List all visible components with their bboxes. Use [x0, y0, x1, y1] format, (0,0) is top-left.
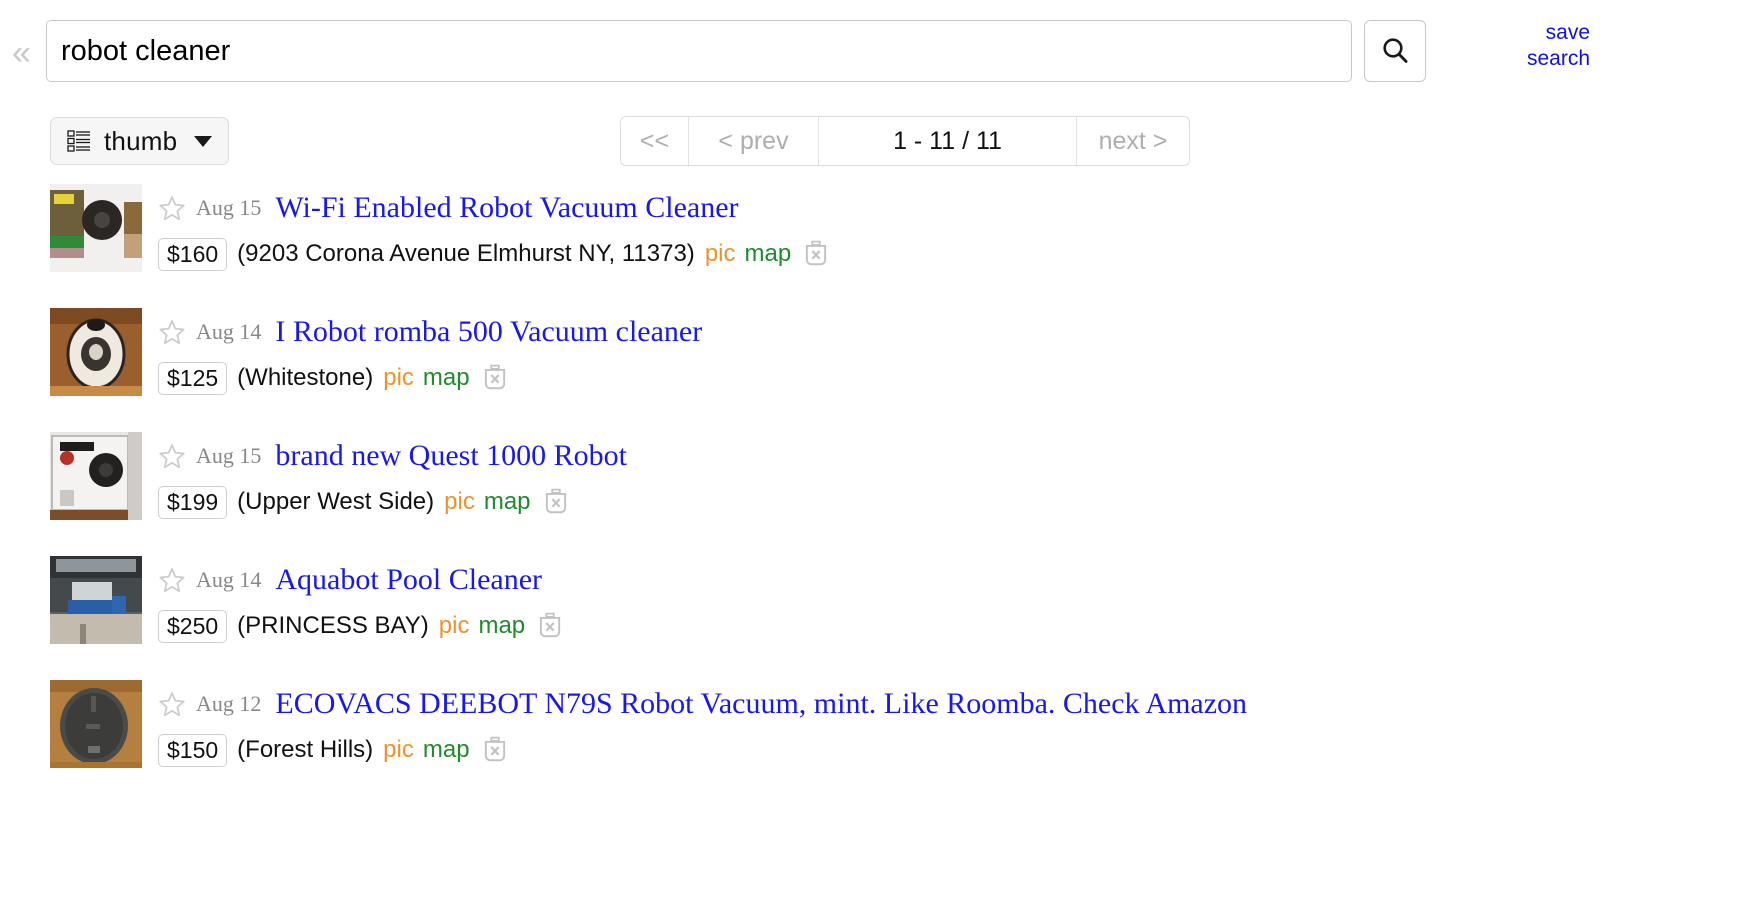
table-row: Aug 15 brand new Quest 1000 Robot $199 (…: [0, 426, 1760, 550]
listing-location: (9203 Corona Avenue Elmhurst NY, 11373): [237, 240, 695, 267]
star-outline-icon[interactable]: [158, 194, 196, 222]
listing-meta-line: $150 (Forest Hills) pic map: [158, 731, 508, 769]
star-outline-icon[interactable]: [158, 318, 196, 346]
listing-meta-line: $199 (Upper West Side) pic map: [158, 483, 569, 521]
table-row: Aug 15 Wi-Fi Enabled Robot Vacuum Cleane…: [0, 178, 1760, 302]
table-row: Aug 14 I Robot romba 500 Vacuum cleaner …: [0, 302, 1760, 426]
trash-x-icon[interactable]: [482, 736, 508, 764]
listing-location: (Upper West Side): [237, 488, 435, 515]
listing-date: Aug 14: [196, 319, 262, 344]
listing-thumbnail[interactable]: [50, 432, 142, 520]
results-list: Aug 15 Wi-Fi Enabled Robot Vacuum Cleane…: [0, 178, 1760, 798]
listing-date: Aug 15: [196, 195, 262, 220]
listing-title-link[interactable]: ECOVACS DEEBOT N79S Robot Vacuum, mint. …: [275, 687, 1247, 721]
listing-date: Aug 15: [196, 443, 262, 468]
listing-title-link[interactable]: Wi-Fi Enabled Robot Vacuum Cleaner: [275, 191, 738, 225]
listing-date: Aug 12: [196, 691, 262, 716]
star-outline-icon[interactable]: [158, 690, 196, 718]
trash-x-icon[interactable]: [543, 488, 569, 516]
listing-title-link[interactable]: I Robot romba 500 Vacuum cleaner: [275, 315, 702, 349]
trash-x-icon[interactable]: [482, 364, 508, 392]
listing-thumbnail[interactable]: [50, 184, 142, 272]
listing-title-line: Aug 12 ECOVACS DEEBOT N79S Robot Vacuum,…: [158, 682, 1247, 726]
pagination-range-label: 1 - 11 / 11: [819, 117, 1077, 165]
listing-location: (Whitestone): [237, 364, 374, 391]
listing-pic-tag[interactable]: pic: [383, 736, 414, 764]
listing-pic-tag[interactable]: pic: [439, 612, 470, 640]
listing-map-tag[interactable]: map: [484, 488, 531, 516]
listing-title-link[interactable]: brand new Quest 1000 Robot: [275, 439, 627, 473]
listing-price: $150: [158, 733, 228, 767]
magnifier-icon: [1379, 35, 1411, 67]
listing-price: $199: [158, 485, 228, 519]
save-search-line-1: save: [1545, 21, 1590, 44]
listing-title-line: Aug 15 brand new Quest 1000 Robot: [158, 434, 627, 478]
listing-title-line: Aug 14 Aquabot Pool Cleaner: [158, 558, 542, 602]
listing-map-tag[interactable]: map: [423, 736, 470, 764]
listing-map-tag[interactable]: map: [478, 612, 525, 640]
listing-pic-tag[interactable]: pic: [444, 488, 475, 516]
double-chevron-left-icon[interactable]: «: [12, 36, 31, 70]
listing-date: Aug 14: [196, 567, 262, 592]
listing-thumbnail[interactable]: [50, 680, 142, 768]
listing-map-tag[interactable]: map: [423, 364, 470, 392]
listing-meta-line: $160 (9203 Corona Avenue Elmhurst NY, 11…: [158, 235, 829, 273]
listing-pic-tag[interactable]: pic: [705, 240, 736, 268]
listing-price: $125: [158, 361, 228, 395]
pagination-next-button[interactable]: next >: [1077, 117, 1189, 165]
save-search-line-2: search: [1526, 47, 1590, 70]
listing-title-line: Aug 15 Wi-Fi Enabled Robot Vacuum Cleane…: [158, 186, 739, 230]
listing-meta-line: $250 (PRINCESS BAY) pic map: [158, 607, 563, 645]
listing-title-link[interactable]: Aquabot Pool Cleaner: [275, 563, 542, 597]
chevron-down-icon: [194, 135, 213, 147]
search-button[interactable]: [1364, 20, 1426, 82]
listing-meta-line: $125 (Whitestone) pic map: [158, 359, 508, 397]
listing-map-tag[interactable]: map: [745, 240, 792, 268]
listing-pic-tag[interactable]: pic: [383, 364, 414, 392]
listing-thumbnail[interactable]: [50, 556, 142, 644]
star-outline-icon[interactable]: [158, 566, 196, 594]
trash-x-icon[interactable]: [537, 612, 563, 640]
save-search-link[interactable]: save search: [1470, 20, 1590, 72]
view-mode-label: thumb: [104, 125, 178, 156]
view-mode-dropdown[interactable]: thumb: [50, 117, 230, 165]
listing-thumbnail[interactable]: [50, 308, 142, 396]
pagination: << < prev 1 - 11 / 11 next >: [620, 116, 1190, 166]
trash-x-icon[interactable]: [803, 240, 829, 268]
search-bar: « save search: [0, 0, 1760, 100]
star-outline-icon[interactable]: [158, 442, 196, 470]
listing-price: $250: [158, 609, 228, 643]
results-toolbar: thumb << < prev 1 - 11 / 11 next >: [0, 100, 1760, 178]
search-input[interactable]: [46, 20, 1352, 82]
pagination-first-button[interactable]: <<: [621, 117, 689, 165]
table-row: Aug 14 Aquabot Pool Cleaner $250 (PRINCE…: [0, 550, 1760, 674]
table-row: Aug 12 ECOVACS DEEBOT N79S Robot Vacuum,…: [0, 674, 1760, 798]
pagination-prev-button[interactable]: < prev: [689, 117, 819, 165]
listing-price: $160: [158, 237, 228, 271]
thumbnail-list-icon: [67, 129, 91, 153]
listing-location: (PRINCESS BAY): [237, 612, 429, 639]
listing-title-line: Aug 14 I Robot romba 500 Vacuum cleaner: [158, 310, 702, 354]
listing-location: (Forest Hills): [237, 736, 374, 763]
